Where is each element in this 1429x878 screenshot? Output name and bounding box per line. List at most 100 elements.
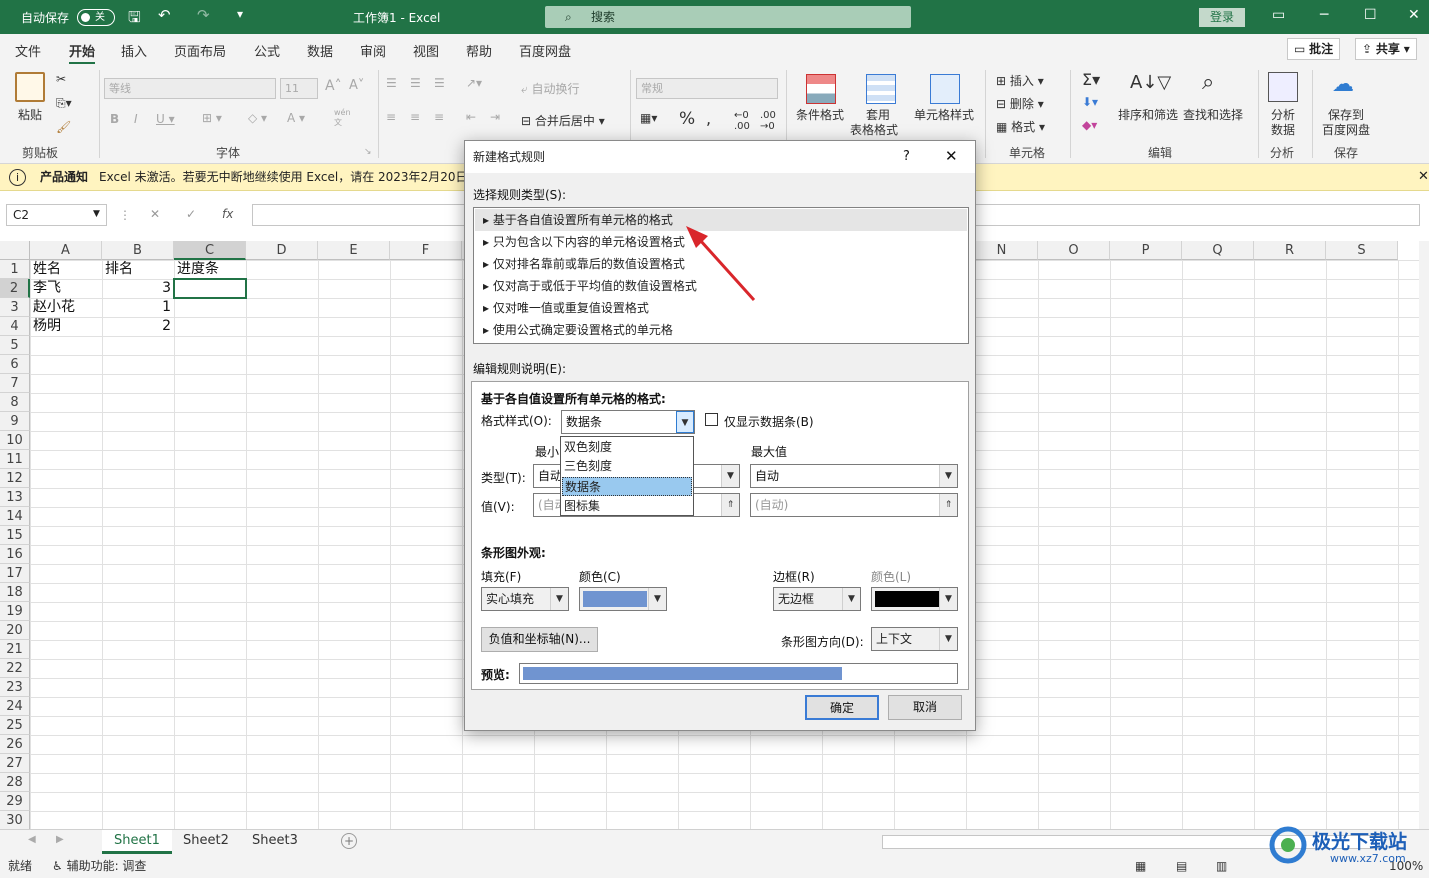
negative-axis-button[interactable]: 负值和坐标轴(N)...	[481, 627, 598, 652]
option-icon-set[interactable]: 图标集	[562, 497, 692, 516]
dialog-close-icon[interactable]: ✕	[945, 147, 958, 165]
rule-item-4[interactable]: ▸ 仅对唯一值或重复值设置格式	[475, 297, 967, 319]
tab-home[interactable]: 开始	[69, 41, 96, 65]
format-as-table-label2[interactable]: 表格格式	[850, 121, 898, 138]
accounting-format-icon[interactable]: ▦▾	[640, 111, 657, 125]
rule-type-list[interactable]: ▸ 基于各自值设置所有单元格的格式 ▸ 只为包含以下内容的单元格设置格式 ▸ 仅…	[473, 207, 969, 344]
format-style-dropdown[interactable]: 数据条 ▼	[561, 410, 695, 434]
align-bottom-icon[interactable]: ☰	[434, 76, 445, 90]
rule-item-1[interactable]: ▸ 只为包含以下内容的单元格设置格式	[475, 231, 967, 253]
bar-only-checkbox[interactable]	[705, 413, 718, 426]
baidu-cloud-icon[interactable]: ☁	[1332, 72, 1354, 97]
cancel-button[interactable]: 取消	[888, 695, 962, 720]
paste-icon[interactable]	[15, 72, 45, 102]
orientation-icon[interactable]: ↗▾	[466, 76, 482, 90]
percent-icon[interactable]: %	[679, 109, 695, 129]
sheet-tab-1[interactable]: Sheet1	[102, 830, 172, 854]
close-icon[interactable]: ✕	[1408, 7, 1420, 23]
tab-insert[interactable]: 插入	[121, 41, 147, 60]
border-icon[interactable]: ⊞ ▾	[202, 111, 222, 125]
fill-icon[interactable]: ⬇▾	[1082, 95, 1098, 109]
rule-item-2[interactable]: ▸ 仅对排名靠前或靠后的数值设置格式	[475, 253, 967, 275]
option-data-bar[interactable]: 数据条	[562, 477, 692, 496]
bold-icon[interactable]: B	[110, 112, 119, 126]
rule-item-3[interactable]: ▸ 仅对高于或低于平均值的数值设置格式	[475, 275, 967, 297]
undo-icon[interactable]: ↶	[158, 6, 171, 24]
customize-icon[interactable]: ▾	[237, 7, 243, 21]
clear-icon[interactable]: ◆▾	[1082, 118, 1097, 132]
cell-B4[interactable]: 2	[102, 317, 174, 336]
ribbon-display-icon[interactable]: ▭	[1272, 7, 1285, 23]
increase-decimal-icon[interactable]: ←0.00	[734, 110, 750, 132]
namebox-dropdown-icon[interactable]: ▼	[93, 209, 100, 219]
accessibility-status[interactable]: ♿ 辅助功能: 调查	[52, 856, 146, 876]
decrease-indent-icon[interactable]: ⇤	[466, 110, 476, 124]
italic-icon[interactable]: I	[134, 112, 138, 126]
tab-page-layout[interactable]: 页面布局	[174, 41, 226, 60]
number-format-combo[interactable]: 常规	[636, 78, 778, 99]
sheet-tab-3[interactable]: Sheet3	[240, 830, 310, 854]
cell-B1[interactable]: 排名	[102, 260, 136, 279]
chevron-down-icon[interactable]: ▼	[676, 411, 694, 433]
conditional-format-label[interactable]: 条件格式	[796, 106, 844, 123]
redo-icon[interactable]: ↷	[197, 6, 210, 24]
cell-C1[interactable]: 进度条	[174, 260, 222, 279]
conditional-format-icon[interactable]	[806, 74, 836, 104]
max-type-dropdown[interactable]: 自动 ▼	[750, 464, 958, 488]
decrease-decimal-icon[interactable]: .00 →0	[760, 110, 776, 132]
format-painter-icon[interactable]: 🖌	[56, 120, 71, 134]
wrap-text-button[interactable]: ⤶ 自动换行	[521, 80, 580, 97]
tab-view[interactable]: 视图	[413, 41, 439, 60]
cell-B3[interactable]: 1	[102, 298, 174, 317]
paste-label[interactable]: 粘贴	[18, 106, 42, 123]
comma-icon[interactable]: ,	[706, 109, 711, 128]
align-left-icon[interactable]: ≡	[386, 110, 396, 124]
autosum-icon[interactable]: Σ▾	[1082, 70, 1100, 89]
cell-B2[interactable]: 3	[102, 279, 174, 298]
add-sheet-icon[interactable]: +	[341, 833, 357, 849]
align-middle-icon[interactable]: ☰	[410, 76, 421, 90]
chevron-down-icon[interactable]: ▼	[939, 628, 957, 650]
tab-help[interactable]: 帮助	[466, 41, 492, 60]
minimize-icon[interactable]: ─	[1320, 7, 1328, 23]
fill-dropdown[interactable]: 实心填充 ▼	[481, 587, 569, 611]
sort-filter-label[interactable]: 排序和筛选	[1118, 106, 1178, 123]
save-baidu-label2[interactable]: 百度网盘	[1322, 121, 1370, 138]
cell-styles-label[interactable]: 单元格样式	[914, 106, 974, 123]
font-size-combo[interactable]: 11	[280, 78, 318, 99]
cell-A1[interactable]: 姓名	[30, 260, 64, 279]
max-value-input[interactable]: (自动) ⇑	[750, 493, 958, 517]
share-button[interactable]: ⇪ 共享 ▾	[1355, 38, 1417, 60]
sheet-tab-2[interactable]: Sheet2	[171, 830, 241, 854]
copy-icon[interactable]: ⎘▾	[56, 96, 72, 111]
bar-direction-dropdown[interactable]: 上下文 ▼	[871, 627, 958, 651]
find-select-icon[interactable]: ⌕	[1202, 70, 1214, 95]
phonetic-icon[interactable]: wén 文	[334, 108, 351, 128]
rule-item-5[interactable]: ▸ 使用公式确定要设置格式的单元格	[475, 319, 967, 341]
tab-baidu[interactable]: 百度网盘	[519, 41, 571, 60]
analyze-label2[interactable]: 数据	[1271, 121, 1295, 138]
font-dialog-launcher-icon[interactable]: ↘	[364, 147, 372, 157]
notice-close-icon[interactable]: ✕	[1418, 164, 1429, 190]
border-dropdown[interactable]: 无边框 ▼	[773, 587, 861, 611]
analyze-data-icon[interactable]	[1268, 72, 1298, 102]
cell-A2[interactable]: 李飞	[30, 279, 64, 298]
grow-font-icon[interactable]: A˄	[325, 78, 342, 94]
font-color-icon[interactable]: A ▾	[287, 111, 305, 125]
cut-icon[interactable]: ✂	[56, 72, 66, 86]
page-break-view-icon[interactable]: ▥	[1216, 856, 1227, 876]
chevron-down-icon[interactable]: ▼	[721, 465, 739, 487]
chevron-down-icon[interactable]: ▼	[648, 588, 666, 610]
ok-button[interactable]: 确定	[805, 695, 879, 720]
active-cell-C2[interactable]	[173, 278, 247, 299]
font-name-combo[interactable]: 等线	[104, 78, 276, 99]
cancel-entry-icon[interactable]: ✕	[150, 207, 160, 221]
name-box[interactable]: C2	[6, 204, 107, 226]
align-right-icon[interactable]: ≡	[434, 110, 444, 124]
cell-A3[interactable]: 赵小花	[30, 298, 78, 317]
scroll-left-icon[interactable]: ◀	[28, 834, 36, 845]
bar-only-label[interactable]: 仅显示数据条(B)	[724, 413, 814, 430]
scroll-right-icon[interactable]: ▶	[56, 834, 64, 845]
confirm-entry-icon[interactable]: ✓	[186, 207, 196, 221]
option-2-color-scale[interactable]: 双色刻度	[562, 438, 692, 457]
